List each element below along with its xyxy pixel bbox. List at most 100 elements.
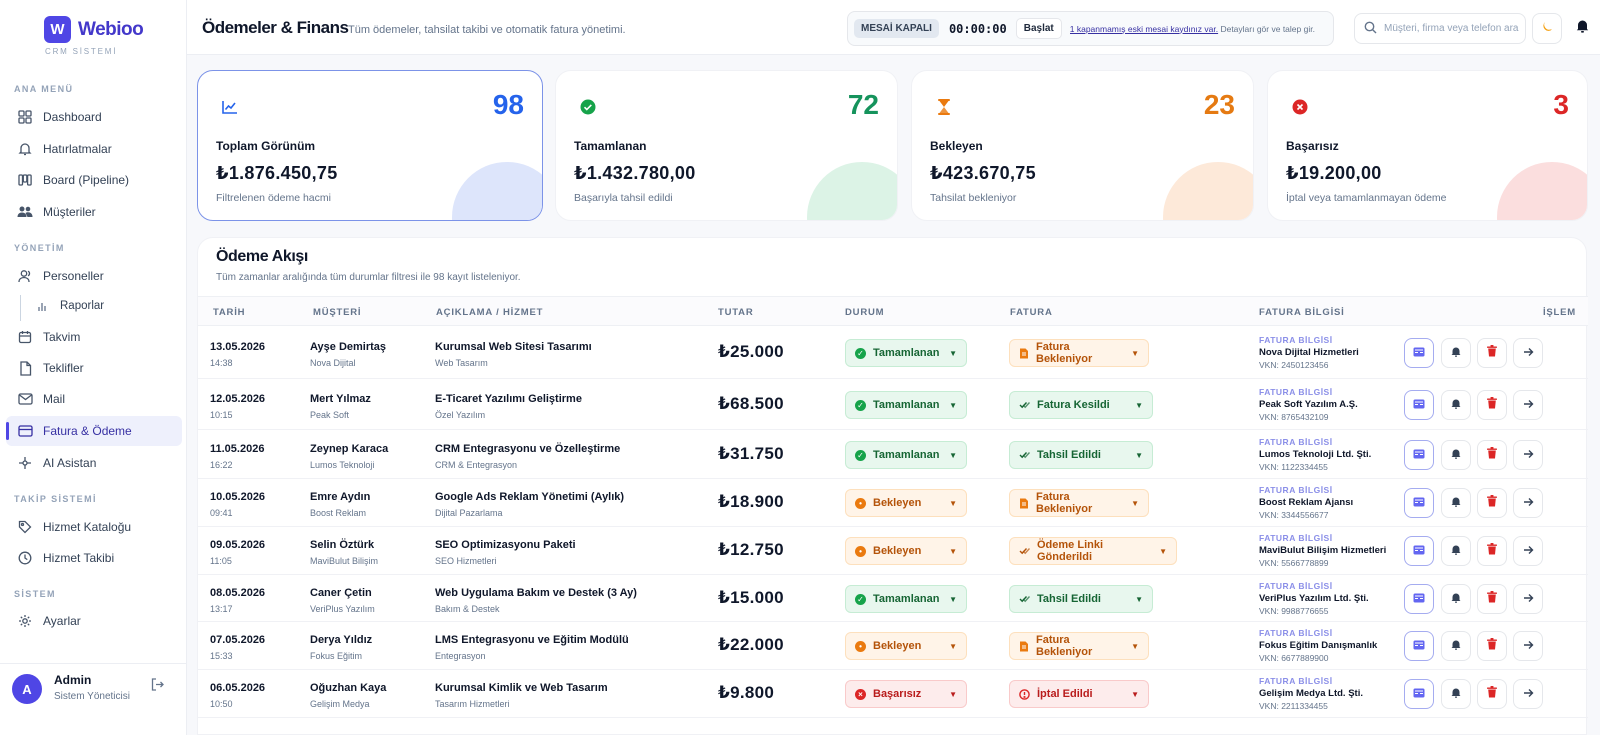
sidebar-item-service-tracking[interactable]: Hizmet Takibi: [6, 543, 182, 573]
open-detail-button[interactable]: [1513, 584, 1543, 614]
status-dropdown[interactable]: • Bekleyen ▼: [845, 537, 967, 565]
column-invoice-info[interactable]: FATURA BİLGİSİ: [1259, 307, 1345, 318]
column-invoice[interactable]: FATURA: [1010, 307, 1053, 318]
delete-button[interactable]: [1477, 631, 1507, 661]
sidebar-item-invoice-payment[interactable]: Fatura & Ödeme: [6, 416, 182, 446]
invoice-detail-button[interactable]: [1404, 631, 1434, 661]
table-row[interactable]: 08.05.2026 13:17 Caner Çetin VeriPlus Yazıl…: [198, 575, 1588, 622]
customer-name[interactable]: Emre Aydın: [310, 491, 370, 503]
search-input[interactable]: Müşteri, firma veya telefon ara: [1384, 23, 1519, 34]
invoice-dropdown[interactable]: Fatura Bekleniyor ▼: [1009, 489, 1149, 517]
invoice-dropdown[interactable]: İptal Edildi ▼: [1009, 680, 1149, 708]
delete-button[interactable]: [1477, 338, 1507, 368]
open-detail-button[interactable]: [1513, 338, 1543, 368]
stat-card-completed[interactable]: 72 Tamamlanan ₺1.432.780,00 Başarıyla ta…: [555, 70, 898, 221]
sidebar-item-customers[interactable]: Müşteriler: [6, 197, 182, 227]
status-dropdown[interactable]: ✓ Tamamlanan ▼: [845, 441, 967, 469]
customer-name[interactable]: Caner Çetin: [310, 587, 375, 599]
status-dropdown[interactable]: ✓ Tamamlanan ▼: [845, 391, 967, 419]
open-detail-button[interactable]: [1513, 679, 1543, 709]
reminder-button[interactable]: [1441, 440, 1471, 470]
brand-logo[interactable]: W Webioo: [44, 16, 144, 43]
sidebar-item-ai-assistant[interactable]: AI Asistan: [6, 448, 182, 478]
invoice-dropdown[interactable]: Ödeme Linki Gönderildi ▼: [1009, 537, 1177, 565]
column-customer[interactable]: MÜŞTERİ: [313, 307, 361, 318]
invoice-detail-button[interactable]: [1404, 338, 1434, 368]
delete-button[interactable]: [1477, 488, 1507, 518]
column-status[interactable]: DURUM: [845, 307, 884, 318]
delete-button[interactable]: [1477, 390, 1507, 420]
payments-panel: Ödeme Akışı Tüm zamanlar aralığında tüm …: [197, 237, 1588, 735]
customer-name[interactable]: Zeynep Karaca: [310, 443, 388, 455]
status-dropdown[interactable]: • Bekleyen ▼: [845, 632, 967, 660]
open-detail-button[interactable]: [1513, 536, 1543, 566]
invoice-detail-button[interactable]: [1404, 584, 1434, 614]
open-detail-button[interactable]: [1513, 631, 1543, 661]
logout-icon[interactable]: [150, 677, 165, 697]
invoice-dropdown[interactable]: Fatura Kesildi ▼: [1009, 391, 1153, 419]
invoice-detail-button[interactable]: [1404, 390, 1434, 420]
sidebar-item-dashboard[interactable]: Dashboard: [6, 102, 182, 132]
customer-name[interactable]: Selin Öztürk: [310, 539, 378, 551]
status-dropdown[interactable]: • Bekleyen ▼: [845, 489, 967, 517]
column-description[interactable]: AÇIKLAMA / HİZMET: [436, 307, 543, 318]
stat-card-total[interactable]: 98 Toplam Görünüm ₺1.876.450,75 Filtrele…: [197, 70, 543, 221]
table-row[interactable]: 13.05.2026 14:38 Ayşe Demirtaş Nova Dijital…: [198, 327, 1588, 379]
sidebar-item-settings[interactable]: Ayarlar: [6, 606, 182, 636]
reminder-button[interactable]: [1441, 390, 1471, 420]
sidebar-item-board[interactable]: Board (Pipeline): [6, 165, 182, 195]
reminder-button[interactable]: [1441, 679, 1471, 709]
reminder-button[interactable]: [1441, 488, 1471, 518]
reminder-button[interactable]: [1441, 584, 1471, 614]
reminder-button[interactable]: [1441, 536, 1471, 566]
shift-notice-link[interactable]: 1 kapanmamış eski mesai kaydınız var.: [1070, 24, 1218, 34]
table-row[interactable]: 07.05.2026 15:33 Derya Yıldız Fokus Eğitim L…: [198, 622, 1588, 670]
table-row[interactable]: 09.05.2026 11:05 Selin Öztürk MaviBulut Bil…: [198, 527, 1588, 575]
sidebar-item-mail[interactable]: Mail: [6, 384, 182, 414]
table-row[interactable]: 11.05.2026 16:22 Zeynep Karaca Lumos Teknol…: [198, 430, 1588, 479]
open-detail-button[interactable]: [1513, 390, 1543, 420]
table-row[interactable]: 10.05.2026 09:41 Emre Aydın Boost Reklam Goo…: [198, 479, 1588, 527]
stat-card-failed[interactable]: 3 Başarısız ₺19.200,00 İptal veya tamaml…: [1267, 70, 1588, 221]
reminder-button[interactable]: [1441, 631, 1471, 661]
status-dropdown[interactable]: × Başarısız ▼: [845, 680, 967, 708]
customer-name[interactable]: Oğuzhan Kaya: [310, 682, 386, 694]
sidebar-item-reminders[interactable]: Hatırlatmalar: [6, 134, 182, 164]
customer-name[interactable]: Ayşe Demirtaş: [310, 341, 386, 353]
status-dropdown[interactable]: ✓ Tamamlanan ▼: [845, 585, 967, 613]
invoice-detail-button[interactable]: [1404, 536, 1434, 566]
delete-button[interactable]: [1477, 536, 1507, 566]
sidebar-item-calendar[interactable]: Takvim: [6, 322, 182, 352]
delete-button[interactable]: [1477, 679, 1507, 709]
customer-name[interactable]: Mert Yılmaz: [310, 393, 371, 405]
theme-toggle-button[interactable]: [1532, 13, 1562, 44]
invoice-detail-button[interactable]: [1404, 488, 1434, 518]
column-date[interactable]: TARİH: [213, 307, 245, 318]
open-detail-button[interactable]: [1513, 488, 1543, 518]
stat-description: Tahsilat bekleniyor: [930, 192, 1017, 204]
sidebar-item-service-catalog[interactable]: Hizmet Kataloğu: [6, 512, 182, 542]
sidebar-item-offers[interactable]: Teklifler: [6, 353, 182, 383]
invoice-dropdown[interactable]: Fatura Bekleniyor ▼: [1009, 632, 1149, 660]
customer-name[interactable]: Derya Yıldız: [310, 634, 372, 646]
sidebar-item-reports[interactable]: Raporlar: [6, 291, 182, 321]
column-amount[interactable]: TUTAR: [718, 307, 753, 318]
stat-card-pending[interactable]: 23 Bekleyen ₺423.670,75 Tahsilat bekleni…: [911, 70, 1254, 221]
invoice-dropdown[interactable]: Tahsil Edildi ▼: [1009, 441, 1153, 469]
shift-start-button[interactable]: Başlat: [1015, 18, 1062, 39]
invoice-dropdown[interactable]: Fatura Bekleniyor ▼: [1009, 339, 1149, 367]
sidebar-item-staff[interactable]: Personeller: [6, 261, 182, 291]
invoice-detail-button[interactable]: [1404, 679, 1434, 709]
status-dropdown[interactable]: ✓ Tamamlanan ▼: [845, 339, 967, 367]
notifications-button[interactable]: [1567, 13, 1597, 44]
search-box[interactable]: Müşteri, firma veya telefon ara: [1354, 13, 1526, 44]
delete-button[interactable]: [1477, 584, 1507, 614]
invoice-dropdown[interactable]: Tahsil Edildi ▼: [1009, 585, 1153, 613]
user-profile[interactable]: A Admin Sistem Yöneticisi: [0, 663, 187, 735]
table-row[interactable]: 12.05.2026 10:15 Mert Yılmaz Peak Soft E-Tic…: [198, 379, 1588, 430]
table-row[interactable]: 06.05.2026 10:50 Oğuzhan Kaya Gelişim Medya…: [198, 670, 1588, 718]
delete-button[interactable]: [1477, 440, 1507, 470]
reminder-button[interactable]: [1441, 338, 1471, 368]
invoice-detail-button[interactable]: [1404, 440, 1434, 470]
open-detail-button[interactable]: [1513, 440, 1543, 470]
